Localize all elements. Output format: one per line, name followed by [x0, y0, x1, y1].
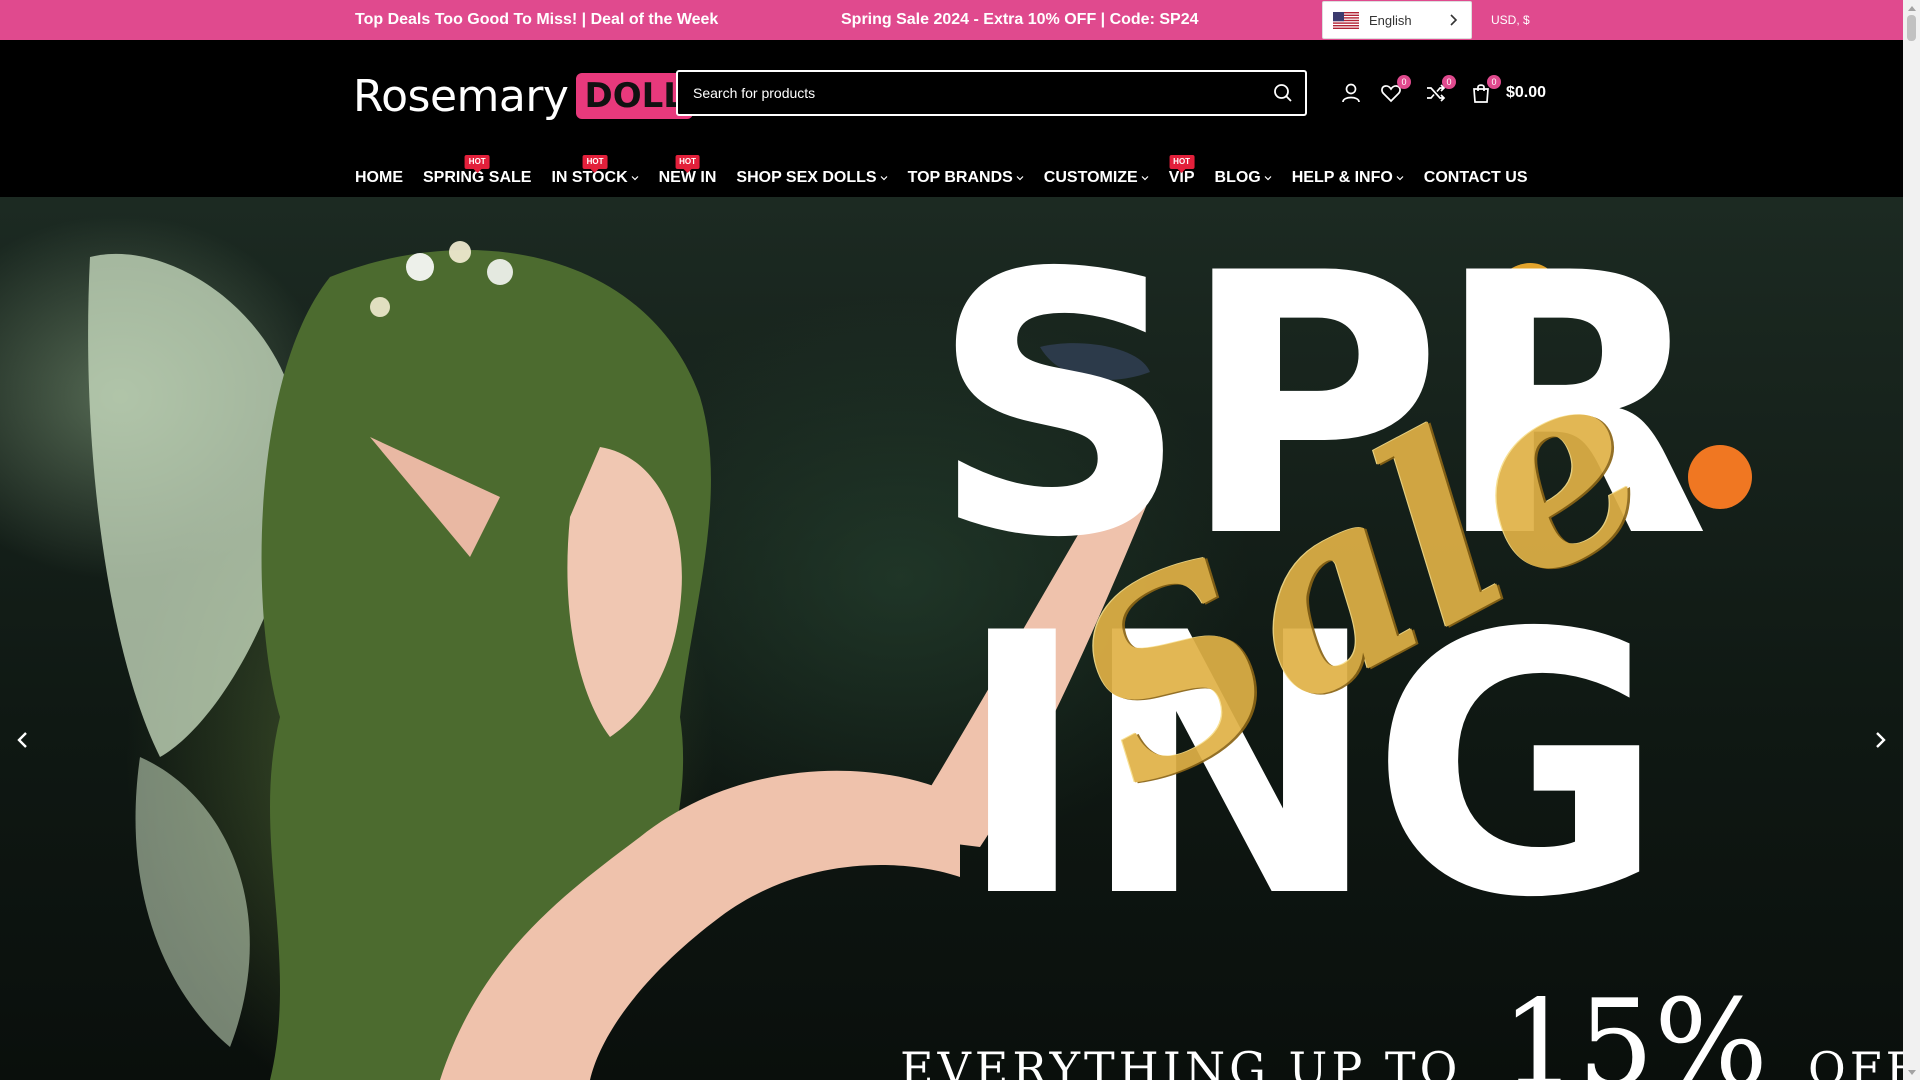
site-logo[interactable]: Rosemary DOLL [353, 66, 693, 126]
chevron-down-icon [631, 176, 639, 181]
nav-item-label: CONTACT US [1423, 169, 1528, 186]
nav-item-label: BLOG [1214, 169, 1261, 186]
main-nav: HOME HOT SPRING SALE HOT IN STOCK HOT NE… [355, 155, 1548, 198]
chevron-down-icon [1141, 176, 1149, 181]
scroll-down-button[interactable] [1903, 1065, 1920, 1080]
nav-item-blog[interactable]: BLOG [1215, 158, 1272, 198]
scroll-up-button[interactable] [1903, 0, 1920, 15]
triangle-down-icon [1907, 1069, 1916, 1075]
nav-item-vip[interactable]: HOT VIP [1169, 155, 1195, 198]
cart-count-badge: 0 [1487, 75, 1501, 89]
currency-switcher[interactable]: USD, $ [1491, 0, 1530, 40]
compare-button[interactable]: 0 [1421, 75, 1456, 108]
chevron-left-icon [17, 732, 27, 748]
language-label: English [1369, 12, 1412, 28]
nav-item-spring-sale[interactable]: HOT SPRING SALE [423, 155, 531, 198]
language-switcher[interactable]: English [1322, 1, 1472, 39]
hot-badge: HOT [675, 155, 700, 173]
tagline-suffix: OFF [1808, 1042, 1903, 1080]
promo-spring-sale-link[interactable]: Spring Sale 2024 - Extra 10% OFF | Code:… [841, 0, 1199, 40]
nav-item-help-info[interactable]: HELP & INFO [1292, 158, 1404, 198]
search-icon [1274, 84, 1292, 102]
wishlist-button[interactable]: 0 [1376, 75, 1411, 108]
search-button[interactable] [1261, 72, 1305, 114]
slider-prev-button[interactable] [8, 725, 38, 755]
triangle-up-icon [1907, 5, 1916, 11]
site-header: Rosemary DOLL 0 0 [0, 40, 1903, 197]
nav-item-new-in[interactable]: HOT NEW IN [659, 155, 716, 198]
nav-item-label: HOME [355, 169, 403, 186]
hot-badge: HOT [582, 155, 608, 173]
hero-tagline: EVERYTHING UP TO 15% OFF [900, 975, 1903, 1080]
nav-item-label: IN STOCK [551, 169, 628, 186]
nav-item-label: SHOP SEX DOLLS [736, 169, 877, 186]
chevron-right-icon [1450, 14, 1458, 26]
nav-item-label: TOP BRANDS [907, 169, 1013, 186]
chevron-down-icon [1396, 176, 1404, 181]
chevron-down-icon [1264, 176, 1272, 181]
slider-next-button[interactable] [1865, 725, 1895, 755]
chevron-down-icon [880, 176, 888, 181]
scroll-thumb[interactable] [1907, 15, 1916, 41]
chevron-right-icon [1876, 732, 1886, 748]
nav-item-shop-sex-dolls[interactable]: SHOP SEX DOLLS [736, 158, 888, 198]
us-flag-icon [1333, 11, 1359, 29]
cart-total[interactable]: $0.00 [1506, 80, 1546, 106]
logo-wordmark: Rosemary [353, 70, 569, 122]
search-bar [676, 70, 1307, 116]
hot-badge: HOT [464, 155, 490, 173]
promo-deals-link[interactable]: Top Deals Too Good To Miss! | Deal of th… [355, 0, 718, 40]
hot-badge: HOT [1169, 155, 1195, 173]
search-input[interactable] [678, 72, 1261, 114]
nav-item-label: CUSTOMIZE [1043, 169, 1138, 186]
user-icon [1342, 83, 1360, 103]
nav-item-customize[interactable]: CUSTOMIZE [1044, 158, 1149, 198]
nav-item-in-stock[interactable]: HOT IN STOCK [551, 155, 639, 198]
tagline-prefix: EVERYTHING UP TO [900, 1042, 1462, 1080]
compare-count-badge: 0 [1442, 75, 1456, 89]
nav-item-label: HELP & INFO [1291, 169, 1393, 186]
nav-item-contact-us[interactable]: CONTACT US [1424, 158, 1528, 198]
page-scrollbar[interactable] [1903, 0, 1920, 1080]
account-button[interactable] [1336, 78, 1366, 108]
nav-item-home[interactable]: HOME [355, 158, 403, 198]
tagline-percent: 15% [1501, 975, 1769, 1080]
nav-item-top-brands[interactable]: TOP BRANDS [908, 158, 1024, 198]
promo-bar: Top Deals Too Good To Miss! | Deal of th… [0, 0, 1903, 40]
cart-button[interactable]: 0 [1466, 75, 1501, 108]
wishlist-count-badge: 0 [1397, 75, 1411, 89]
hero-slider[interactable]: SPR ING Sale EVERYTHING UP TO 15% OFF [0, 197, 1903, 1080]
chevron-down-icon [1016, 176, 1024, 181]
